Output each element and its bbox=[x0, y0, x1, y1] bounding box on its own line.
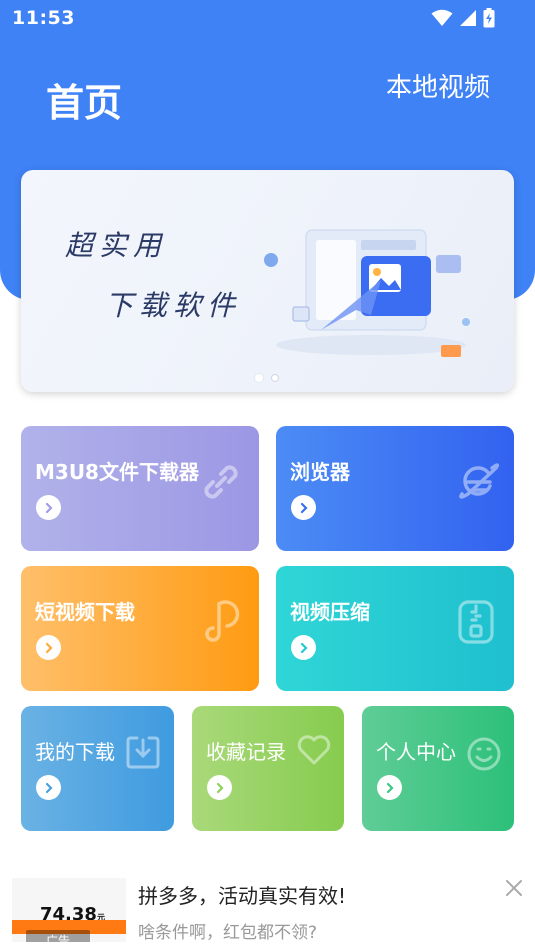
arrow-right-icon bbox=[291, 495, 316, 520]
card-label: 短视频下载 bbox=[35, 600, 135, 624]
promo-banner[interactable]: 超实用 下载软件 bbox=[21, 170, 514, 392]
arrow-right-icon bbox=[291, 635, 316, 660]
card-label: 收藏记录 bbox=[206, 740, 286, 764]
card-favorites[interactable]: 收藏记录 bbox=[192, 706, 344, 831]
banner-subheadline: 下载软件 bbox=[105, 289, 242, 322]
ad-banner[interactable]: 74.38元 广告 拼多多，活动真实有效! 啥条件啊，红包都不领? bbox=[0, 866, 535, 951]
heart-icon bbox=[296, 734, 332, 770]
banner-dot-active[interactable] bbox=[255, 374, 263, 382]
close-icon[interactable] bbox=[504, 878, 524, 898]
card-profile[interactable]: 个人中心 bbox=[362, 706, 514, 831]
arrow-right-icon bbox=[36, 635, 61, 660]
card-short-video-download[interactable]: 短视频下载 bbox=[21, 566, 259, 691]
arrow-right-icon bbox=[377, 775, 402, 800]
local-video-link[interactable]: 本地视频 bbox=[386, 67, 490, 104]
card-label: 我的下载 bbox=[35, 740, 115, 764]
arrow-right-icon bbox=[207, 775, 232, 800]
status-icons bbox=[431, 8, 495, 28]
page-title: 首页 bbox=[46, 81, 123, 125]
browser-icon bbox=[456, 460, 500, 508]
status-bar: 11:53 bbox=[0, 0, 535, 38]
signal-icon bbox=[459, 9, 477, 27]
card-my-downloads[interactable]: 我的下载 bbox=[21, 706, 174, 831]
card-browser[interactable]: 浏览器 bbox=[276, 426, 514, 551]
status-time: 11:53 bbox=[12, 7, 75, 29]
wifi-icon bbox=[431, 9, 453, 27]
card-label: 浏览器 bbox=[290, 460, 350, 484]
card-label: M3U8文件下载器 bbox=[35, 460, 199, 484]
battery-icon bbox=[483, 8, 495, 28]
smile-icon bbox=[466, 736, 502, 776]
link-icon bbox=[199, 460, 243, 508]
ad-tag: 广告 bbox=[26, 930, 90, 942]
arrow-right-icon bbox=[36, 495, 61, 520]
arrow-right-icon bbox=[36, 775, 61, 800]
banner-illustration bbox=[261, 210, 481, 364]
ad-thumbnail: 74.38元 广告 bbox=[12, 878, 126, 942]
card-label: 视频压缩 bbox=[290, 600, 370, 624]
banner-headline: 超实用 bbox=[65, 229, 168, 262]
music-note-icon bbox=[201, 598, 245, 650]
banner-pagination bbox=[255, 374, 279, 382]
download-icon bbox=[125, 734, 161, 774]
card-label: 个人中心 bbox=[376, 740, 456, 764]
zip-icon bbox=[456, 598, 496, 650]
ad-description[interactable]: 啥条件啊，红包都不领? bbox=[138, 918, 317, 943]
card-video-compress[interactable]: 视频压缩 bbox=[276, 566, 514, 691]
banner-dot[interactable] bbox=[271, 374, 279, 382]
ad-title[interactable]: 拼多多，活动真实有效! bbox=[138, 880, 346, 909]
card-m3u8-downloader[interactable]: M3U8文件下载器 bbox=[21, 426, 259, 551]
